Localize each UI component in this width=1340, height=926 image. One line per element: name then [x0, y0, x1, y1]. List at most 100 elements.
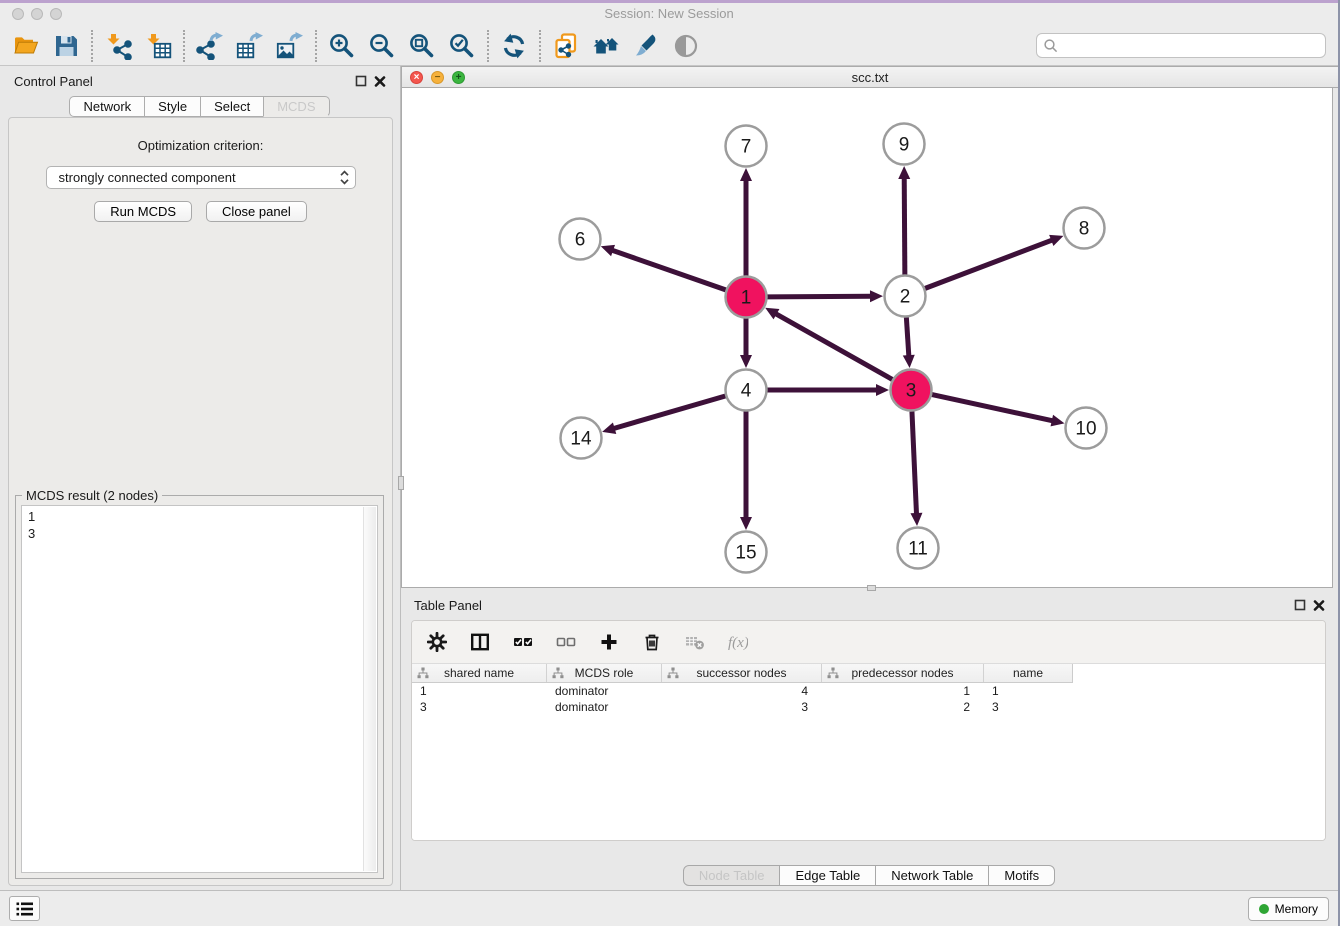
- tab-edge-table[interactable]: Edge Table: [779, 865, 876, 886]
- tab-network[interactable]: Network: [69, 96, 145, 117]
- column-header-predecessor-nodes[interactable]: predecessor nodes: [822, 664, 984, 682]
- search-input[interactable]: [1059, 38, 1319, 53]
- column-header-name[interactable]: name: [984, 664, 1072, 682]
- graph-node-15[interactable]: 15: [726, 532, 767, 573]
- close-control-panel-button[interactable]: [374, 75, 386, 87]
- export-network-button[interactable]: [190, 28, 230, 64]
- show-panels-button[interactable]: [9, 896, 40, 921]
- add-column-button[interactable]: [596, 629, 622, 655]
- close-table-panel-button[interactable]: [1313, 599, 1325, 611]
- save-session-button[interactable]: [46, 28, 86, 64]
- graph-edge-2-8[interactable]: [925, 235, 1063, 289]
- window-close-button[interactable]: [12, 8, 24, 20]
- graph-node-10[interactable]: 10: [1066, 408, 1107, 449]
- splitter-handle[interactable]: [398, 476, 404, 490]
- import-table-button[interactable]: [138, 28, 178, 64]
- graph-edge-3-10[interactable]: [932, 395, 1064, 427]
- deselect-all-button[interactable]: [553, 629, 579, 655]
- zoom-in-icon: [328, 32, 356, 60]
- column-header-successor-nodes[interactable]: successor nodes: [662, 664, 822, 682]
- zoom-selected-button[interactable]: [442, 28, 482, 64]
- graph-node-6[interactable]: 6: [560, 219, 601, 260]
- select-all-button[interactable]: [510, 629, 536, 655]
- delete-column-button[interactable]: [639, 629, 665, 655]
- graph-edge-1-7[interactable]: [740, 168, 752, 276]
- window-zoom-button[interactable]: [50, 8, 62, 20]
- column-header-shared-name[interactable]: shared name: [412, 664, 547, 682]
- tab-mcds[interactable]: MCDS: [263, 96, 329, 117]
- run-mcds-button[interactable]: Run MCDS: [94, 201, 192, 222]
- graph-node-14[interactable]: 14: [561, 418, 602, 459]
- graph-edge-1-2[interactable]: [767, 290, 883, 302]
- graph-edge-4-3[interactable]: [768, 384, 890, 396]
- graph-edge-1-4[interactable]: [740, 319, 752, 369]
- column-header-label: shared name: [444, 666, 514, 680]
- tab-network-table[interactable]: Network Table: [875, 865, 989, 886]
- column-visibility-button[interactable]: [467, 629, 493, 655]
- graph-node-1[interactable]: 1: [726, 277, 767, 318]
- graph-node-11[interactable]: 11: [898, 528, 939, 569]
- graph-node-3[interactable]: 3: [891, 370, 932, 411]
- function-builder-button[interactable]: f(x): [725, 629, 751, 655]
- criterion-dropdown[interactable]: strongly connected component: [46, 166, 356, 189]
- export-table-button[interactable]: [230, 28, 270, 64]
- table-cell[interactable]: 3: [662, 700, 822, 714]
- result-scrollbar[interactable]: [363, 507, 376, 871]
- duplicate-network-button[interactable]: [546, 28, 586, 64]
- tab-select[interactable]: Select: [200, 96, 264, 117]
- column-header-MCDS-role[interactable]: MCDS role: [547, 664, 662, 682]
- table-row: 1dominator411: [412, 683, 1325, 699]
- search-box[interactable]: [1036, 33, 1326, 58]
- table-cell[interactable]: 3: [984, 700, 1072, 714]
- table-cell[interactable]: dominator: [547, 700, 662, 714]
- import-network-button[interactable]: [98, 28, 138, 64]
- memory-button[interactable]: Memory: [1248, 897, 1329, 921]
- graph-node-8[interactable]: 8: [1064, 208, 1105, 249]
- graph-edge-1-6[interactable]: [601, 245, 726, 290]
- tab-style[interactable]: Style: [144, 96, 201, 117]
- show-graphics-details-button[interactable]: [666, 28, 706, 64]
- apply-style-button[interactable]: [626, 28, 666, 64]
- graph-node-9[interactable]: 9: [884, 124, 925, 165]
- network-frame-titlebar[interactable]: scc.txt × − +: [401, 66, 1338, 88]
- frame-window-controls: × − +: [410, 71, 465, 84]
- delete-column-icon: [642, 632, 662, 652]
- window-minimize-button[interactable]: [31, 8, 43, 20]
- export-image-button[interactable]: [270, 28, 310, 64]
- table-cell[interactable]: 3: [412, 700, 547, 714]
- zoom-out-button[interactable]: [362, 28, 402, 64]
- table-cell[interactable]: dominator: [547, 684, 662, 698]
- table-cell[interactable]: 1: [822, 684, 984, 698]
- graph-edge-4-14[interactable]: [602, 396, 725, 434]
- float-table-panel-button[interactable]: [1294, 599, 1306, 611]
- table-cell[interactable]: 4: [662, 684, 822, 698]
- graph-edge-3-11[interactable]: [910, 411, 922, 526]
- graph-node-2[interactable]: 2: [885, 276, 926, 317]
- close-mcds-panel-button[interactable]: Close panel: [206, 201, 307, 222]
- graph-node-4[interactable]: 4: [726, 370, 767, 411]
- graph-edge-2-3[interactable]: [903, 317, 915, 368]
- frame-close-button[interactable]: ×: [410, 71, 423, 84]
- table-cell[interactable]: 2: [822, 700, 984, 714]
- network-canvas[interactable]: 7 9 6 8 1 2 4 3 14 10 15 11: [401, 88, 1333, 588]
- table-settings-button[interactable]: [424, 629, 450, 655]
- table-cell[interactable]: 1: [412, 684, 547, 698]
- home-view-button[interactable]: [586, 28, 626, 64]
- graph-edge-4-15[interactable]: [740, 412, 752, 531]
- open-session-button[interactable]: [6, 28, 46, 64]
- zoom-in-button[interactable]: [322, 28, 362, 64]
- tab-node-table[interactable]: Node Table: [683, 865, 781, 886]
- float-control-panel-button[interactable]: [355, 75, 367, 87]
- tab-motifs[interactable]: Motifs: [988, 865, 1055, 886]
- destroy-table-button[interactable]: [682, 629, 708, 655]
- frame-minimize-button[interactable]: −: [431, 71, 444, 84]
- graph-edge-2-9[interactable]: [898, 166, 910, 275]
- frame-maximize-button[interactable]: +: [452, 71, 465, 84]
- table-cell[interactable]: 1: [984, 684, 1072, 698]
- graph-node-7[interactable]: 7: [726, 126, 767, 167]
- save-session-icon: [52, 32, 80, 60]
- refresh-layout-button[interactable]: [494, 28, 534, 64]
- apply-style-icon: [632, 32, 660, 60]
- graph-edge-3-1[interactable]: [765, 308, 892, 380]
- zoom-fit-button[interactable]: [402, 28, 442, 64]
